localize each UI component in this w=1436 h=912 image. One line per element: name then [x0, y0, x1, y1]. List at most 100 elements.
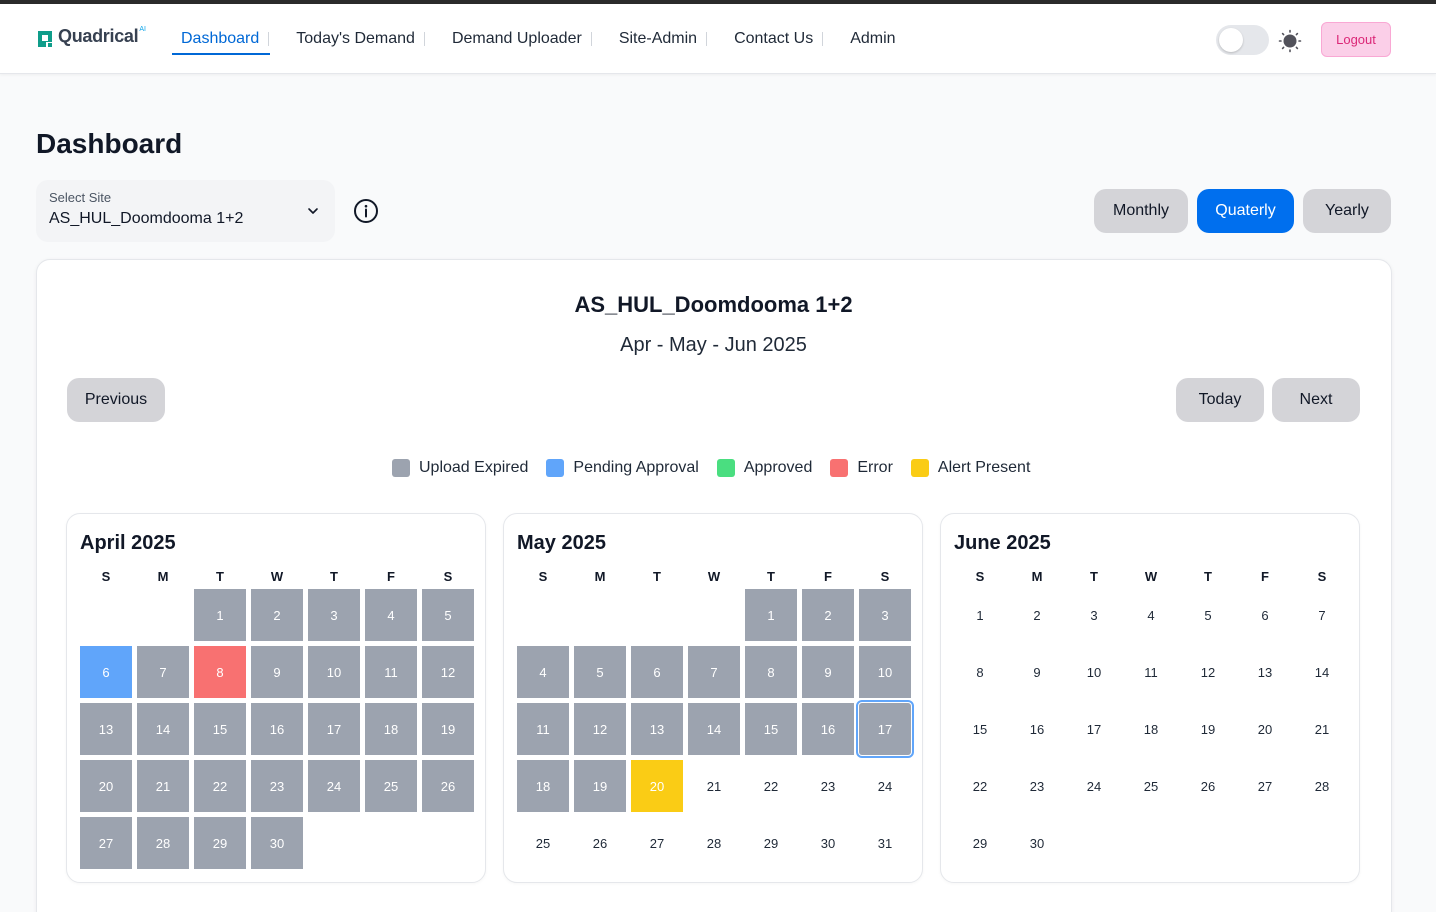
site-select[interactable]: Select Site AS_HUL_Doomdooma 1+2 — [36, 180, 335, 242]
calendar-day[interactable]: 28 — [1296, 760, 1348, 812]
next-button[interactable]: Next — [1272, 378, 1360, 422]
calendar-day[interactable]: 5 — [422, 589, 474, 641]
calendar-day[interactable]: 10 — [308, 646, 360, 698]
calendar-day[interactable]: 4 — [517, 646, 569, 698]
calendar-day[interactable]: 13 — [80, 703, 132, 755]
calendar-day[interactable]: 29 — [954, 817, 1006, 869]
theme-toggle[interactable] — [1216, 25, 1269, 55]
nav-item-contact-us[interactable]: Contact Us — [725, 4, 841, 74]
calendar-day[interactable]: 10 — [859, 646, 911, 698]
calendar-day[interactable]: 4 — [365, 589, 417, 641]
calendar-day[interactable]: 20 — [631, 760, 683, 812]
calendar-day[interactable]: 21 — [688, 760, 740, 812]
view-mode-quarterly[interactable]: Quaterly — [1197, 189, 1294, 233]
calendar-day[interactable]: 23 — [251, 760, 303, 812]
calendar-day[interactable]: 16 — [1011, 703, 1063, 755]
calendar-day[interactable]: 6 — [631, 646, 683, 698]
calendar-day[interactable]: 20 — [1239, 703, 1291, 755]
nav-item-admin[interactable]: Admin — [841, 4, 904, 74]
calendar-day[interactable]: 24 — [308, 760, 360, 812]
calendar-day[interactable]: 6 — [1239, 589, 1291, 641]
calendar-day[interactable]: 13 — [1239, 646, 1291, 698]
app-logo[interactable]: Quadrical AI — [36, 26, 146, 49]
calendar-day[interactable]: 30 — [802, 817, 854, 869]
calendar-day[interactable]: 27 — [80, 817, 132, 869]
nav-item-site-admin[interactable]: Site-Admin — [610, 4, 725, 74]
calendar-day[interactable]: 12 — [574, 703, 626, 755]
calendar-day[interactable]: 24 — [1068, 760, 1120, 812]
calendar-day[interactable]: 25 — [517, 817, 569, 869]
calendar-day[interactable]: 16 — [251, 703, 303, 755]
calendar-day[interactable]: 3 — [859, 589, 911, 641]
calendar-day[interactable]: 8 — [954, 646, 1006, 698]
calendar-day[interactable]: 26 — [422, 760, 474, 812]
calendar-day[interactable]: 18 — [1125, 703, 1177, 755]
info-icon[interactable] — [353, 198, 379, 224]
calendar-day[interactable]: 27 — [1239, 760, 1291, 812]
calendar-day[interactable]: 20 — [80, 760, 132, 812]
calendar-day[interactable]: 9 — [251, 646, 303, 698]
calendar-day[interactable]: 11 — [365, 646, 417, 698]
calendar-day[interactable]: 30 — [251, 817, 303, 869]
calendar-day[interactable]: 22 — [194, 760, 246, 812]
calendar-day[interactable]: 18 — [365, 703, 417, 755]
calendar-day[interactable]: 26 — [1182, 760, 1234, 812]
calendar-day[interactable]: 21 — [1296, 703, 1348, 755]
nav-item-dashboard[interactable]: Dashboard — [172, 4, 287, 74]
calendar-day[interactable]: 25 — [365, 760, 417, 812]
calendar-day[interactable]: 28 — [137, 817, 189, 869]
calendar-day[interactable]: 22 — [745, 760, 797, 812]
logout-button[interactable]: Logout — [1321, 22, 1391, 57]
calendar-day[interactable]: 25 — [1125, 760, 1177, 812]
calendar-day[interactable]: 19 — [574, 760, 626, 812]
calendar-day[interactable]: 19 — [1182, 703, 1234, 755]
calendar-day[interactable]: 9 — [802, 646, 854, 698]
calendar-day[interactable]: 14 — [688, 703, 740, 755]
calendar-day[interactable]: 14 — [1296, 646, 1348, 698]
calendar-day[interactable]: 21 — [137, 760, 189, 812]
calendar-day[interactable]: 1 — [745, 589, 797, 641]
calendar-day[interactable]: 30 — [1011, 817, 1063, 869]
calendar-day[interactable]: 31 — [859, 817, 911, 869]
calendar-day[interactable]: 23 — [802, 760, 854, 812]
calendar-day[interactable]: 1 — [954, 589, 1006, 641]
calendar-day[interactable]: 29 — [194, 817, 246, 869]
calendar-day[interactable]: 7 — [1296, 589, 1348, 641]
calendar-day[interactable]: 15 — [745, 703, 797, 755]
calendar-day[interactable]: 5 — [1182, 589, 1234, 641]
calendar-day[interactable]: 23 — [1011, 760, 1063, 812]
calendar-day[interactable]: 24 — [859, 760, 911, 812]
calendar-day[interactable]: 19 — [422, 703, 474, 755]
calendar-day[interactable]: 8 — [194, 646, 246, 698]
calendar-day[interactable]: 16 — [802, 703, 854, 755]
calendar-day[interactable]: 29 — [745, 817, 797, 869]
calendar-day[interactable]: 17 — [308, 703, 360, 755]
calendar-day[interactable]: 15 — [954, 703, 1006, 755]
view-mode-yearly[interactable]: Yearly — [1303, 189, 1391, 233]
calendar-day[interactable]: 22 — [954, 760, 1006, 812]
calendar-day[interactable]: 12 — [1182, 646, 1234, 698]
calendar-day[interactable]: 5 — [574, 646, 626, 698]
calendar-day[interactable]: 6 — [80, 646, 132, 698]
calendar-day[interactable]: 2 — [802, 589, 854, 641]
calendar-day[interactable]: 17 — [856, 700, 914, 758]
calendar-day[interactable]: 17 — [1068, 703, 1120, 755]
calendar-day[interactable]: 3 — [308, 589, 360, 641]
calendar-day[interactable]: 28 — [688, 817, 740, 869]
calendar-day[interactable]: 3 — [1068, 589, 1120, 641]
calendar-day[interactable]: 15 — [194, 703, 246, 755]
calendar-day[interactable]: 2 — [251, 589, 303, 641]
calendar-day[interactable]: 26 — [574, 817, 626, 869]
today-button[interactable]: Today — [1176, 378, 1264, 422]
calendar-day[interactable]: 11 — [1125, 646, 1177, 698]
calendar-day[interactable]: 7 — [137, 646, 189, 698]
calendar-day[interactable]: 10 — [1068, 646, 1120, 698]
calendar-day[interactable]: 2 — [1011, 589, 1063, 641]
calendar-day[interactable]: 8 — [745, 646, 797, 698]
nav-item-todays-demand[interactable]: Today's Demand — [287, 4, 443, 74]
calendar-day[interactable]: 12 — [422, 646, 474, 698]
calendar-day[interactable]: 4 — [1125, 589, 1177, 641]
calendar-day[interactable]: 14 — [137, 703, 189, 755]
calendar-day[interactable]: 1 — [194, 589, 246, 641]
calendar-day[interactable]: 27 — [631, 817, 683, 869]
